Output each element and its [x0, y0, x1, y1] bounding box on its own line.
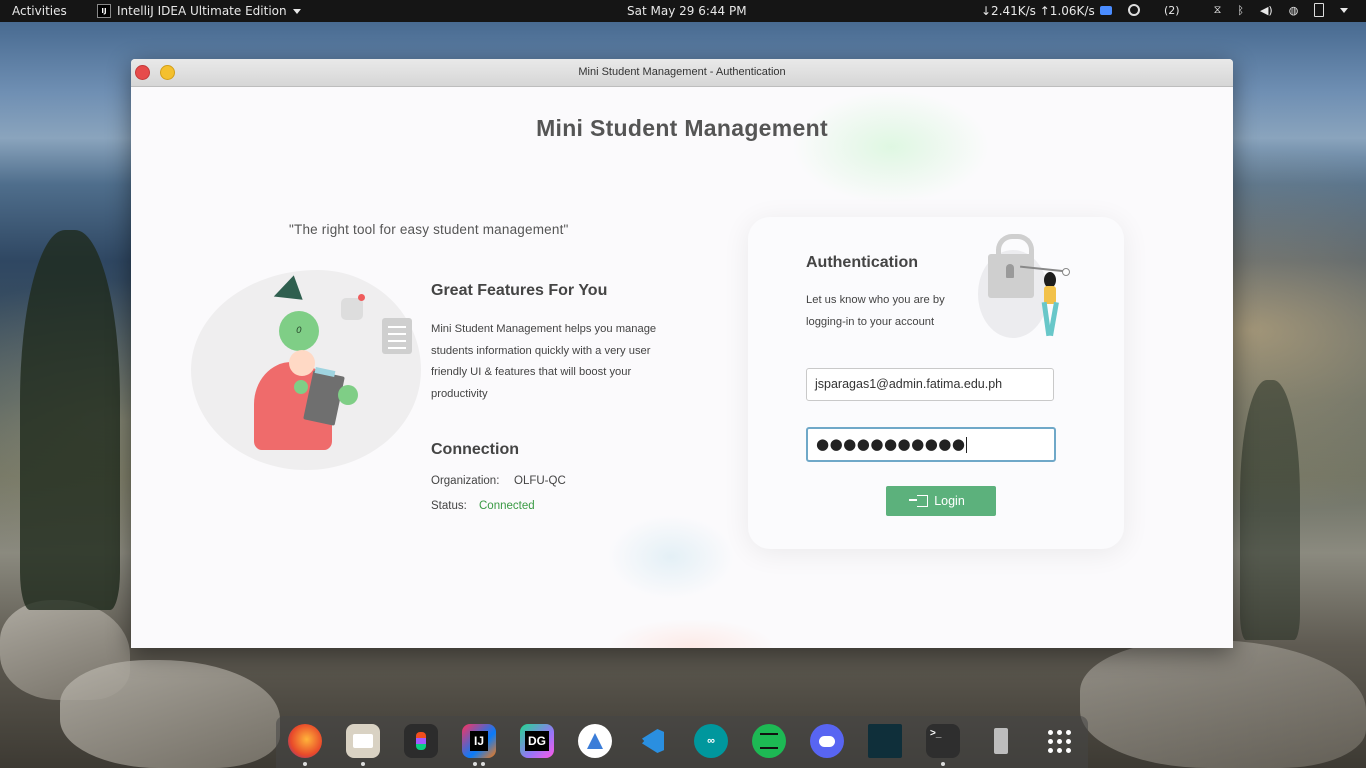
lock-illustration: [974, 232, 1084, 347]
running-indicator: [481, 762, 485, 766]
chevron-down-icon[interactable]: [1340, 7, 1349, 13]
intellij-label: IJ: [469, 731, 488, 751]
keyhole-icon: [1006, 264, 1014, 278]
dock: IJ DG ∞ >_: [276, 716, 1088, 768]
running-indicator: [303, 762, 307, 766]
arduino-icon[interactable]: ∞: [694, 724, 728, 758]
terminal-alt-icon[interactable]: [868, 724, 902, 758]
illustration-circle: 0: [279, 311, 319, 351]
person-head: [289, 350, 315, 376]
features-heading: Great Features For You: [431, 282, 608, 299]
terminal-label: >_: [930, 728, 942, 739]
app-menu-label: IntelliJ IDEA Ultimate Edition: [117, 4, 287, 18]
wallpaper-tree: [20, 230, 120, 610]
connection-heading: Connection: [431, 441, 519, 458]
bluetooth-icon[interactable]: ᛒ: [1237, 4, 1244, 17]
text-caret: [966, 436, 968, 453]
terminal-icon[interactable]: >_: [926, 724, 960, 758]
window-content: Mini Student Management "The right tool …: [131, 87, 1233, 648]
usb-drive-icon[interactable]: [984, 724, 1018, 758]
bell-icon: [341, 298, 363, 320]
status-label: Status:: [431, 500, 467, 512]
window-title: Mini Student Management - Authentication: [578, 66, 786, 78]
running-indicator: [473, 762, 477, 766]
firefox-icon[interactable]: [288, 724, 322, 758]
tagline: "The right tool for easy student managem…: [289, 222, 569, 237]
key-ring: [1062, 268, 1070, 276]
features-description: Mini Student Management helps you manage…: [431, 323, 657, 401]
notification-dot: [358, 294, 365, 301]
android-studio-icon[interactable]: [578, 724, 612, 758]
spotify-icon[interactable]: [752, 724, 786, 758]
network-speed: ↓2.41K/s ↑1.06K/s: [981, 4, 1095, 18]
system-tray: (2) ⧖ ᛒ ◀) ◍: [1100, 3, 1349, 17]
steam-icon[interactable]: [1128, 4, 1140, 16]
datagrip-label: DG: [525, 731, 549, 751]
chevron-down-icon: [292, 8, 301, 14]
list-icon: [382, 318, 412, 354]
microphone-icon[interactable]: ◍: [1289, 4, 1299, 17]
decor-circle: [338, 385, 358, 405]
password-field[interactable]: ●●●●●●●●●●●: [806, 427, 1056, 462]
battery-icon[interactable]: [1314, 3, 1325, 17]
organization-label: Organization:: [431, 475, 500, 487]
app-menu[interactable]: IJ IntelliJ IDEA Ultimate Edition: [97, 4, 301, 18]
decor-circle: [294, 380, 308, 394]
activities-button[interactable]: Activities: [12, 4, 67, 18]
login-icon: [909, 495, 929, 507]
intellij-icon: IJ: [97, 4, 111, 18]
network-icon[interactable]: ⧖: [1214, 3, 1222, 17]
status-value: Connected: [479, 500, 535, 512]
app-grid-icon[interactable]: [1042, 724, 1076, 758]
page-title: Mini Student Management: [536, 115, 828, 141]
auth-heading: Authentication: [806, 254, 918, 271]
email-field[interactable]: jsparagas1@admin.fatima.edu.ph: [806, 368, 1054, 401]
auth-card: Authentication Let us know who you are b…: [748, 217, 1124, 549]
figma-icon[interactable]: [404, 724, 438, 758]
woman-leg: [1048, 301, 1059, 337]
clock[interactable]: Sat May 29 6:44 PM: [627, 4, 747, 18]
zoom-icon[interactable]: [1100, 5, 1112, 15]
organization-value: OLFU-QC: [514, 475, 566, 487]
datagrip-icon[interactable]: DG: [520, 724, 554, 758]
discord-icon[interactable]: [810, 724, 844, 758]
files-icon[interactable]: [346, 724, 380, 758]
auth-description: Let us know who you are by logging-in to…: [806, 294, 945, 328]
vscode-icon[interactable]: [636, 724, 670, 758]
volume-icon[interactable]: ◀): [1260, 4, 1273, 17]
login-button[interactable]: Login: [886, 486, 996, 516]
notification-count[interactable]: (2): [1164, 4, 1180, 17]
running-indicator: [941, 762, 945, 766]
window-titlebar[interactable]: Mini Student Management - Authentication: [131, 59, 1233, 87]
wallpaper-tree: [1240, 380, 1300, 640]
running-indicator: [361, 762, 365, 766]
password-value: ●●●●●●●●●●●: [816, 435, 966, 453]
login-button-label: Login: [934, 494, 965, 508]
top-panel: Activities IJ IntelliJ IDEA Ultimate Edi…: [0, 0, 1366, 22]
features-illustration: 0: [191, 265, 431, 475]
app-window: Mini Student Management - Authentication…: [131, 59, 1233, 648]
intellij-icon[interactable]: IJ: [462, 724, 496, 758]
